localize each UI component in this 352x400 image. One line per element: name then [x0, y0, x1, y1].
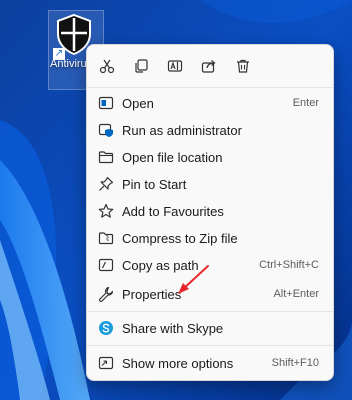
menu-item-shortcut: Shift+F10 [271, 357, 319, 369]
share-icon [201, 60, 216, 73]
menu-item-shortcut: Alt+Enter [273, 288, 319, 300]
menu-item-open[interactable]: Open Enter [91, 90, 329, 116]
open-icon [98, 96, 114, 110]
delete-icon [237, 59, 249, 73]
more-options-icon [98, 356, 114, 370]
menu-item-label: Open file location [122, 150, 223, 165]
delete-button[interactable] [231, 55, 255, 77]
menu-item-label: Add to Favourites [122, 204, 224, 219]
menu-item-label: Share with Skype [122, 321, 224, 336]
menu-item-pin-to-start[interactable]: Pin to Start [91, 171, 329, 197]
menu-item-add-to-favourites[interactable]: Add to Favourites [91, 198, 329, 224]
rename-icon [167, 60, 183, 72]
context-menu: Open Enter Run as administrator Open fil… [86, 44, 334, 381]
annotation-arrow-icon [178, 265, 209, 294]
rename-button[interactable] [163, 55, 187, 77]
folder-icon [98, 151, 114, 164]
menu-item-label: Pin to Start [122, 177, 187, 192]
menu-item-run-as-administrator[interactable]: Run as administrator [91, 117, 329, 143]
zip-icon [98, 232, 114, 245]
wrench-icon [99, 286, 114, 302]
menu-item-label: Run as administrator [122, 123, 242, 138]
context-menu-toolbar [87, 45, 333, 87]
cut-button[interactable] [95, 55, 119, 77]
menu-item-show-more-options[interactable]: Show more options Shift+F10 [91, 350, 329, 376]
cut-icon [99, 59, 115, 74]
menu-item-label: Compress to Zip file [122, 231, 238, 246]
menu-divider [87, 311, 333, 312]
copy-path-icon [98, 258, 114, 272]
admin-shield-icon [98, 123, 113, 137]
menu-item-shortcut: Ctrl+Shift+C [259, 259, 319, 271]
menu-item-compress-to-zip[interactable]: Compress to Zip file [91, 225, 329, 251]
skype-icon [99, 321, 113, 335]
menu-item-shortcut: Enter [292, 97, 319, 109]
star-icon [98, 203, 114, 218]
share-button[interactable] [197, 55, 221, 77]
copy-button[interactable] [129, 55, 153, 77]
menu-item-share-with-skype[interactable]: Share with Skype [91, 315, 329, 341]
menu-divider [87, 345, 333, 346]
menu-item-label: Open [122, 96, 154, 111]
copy-icon [135, 59, 148, 73]
toolbar-divider [87, 87, 333, 88]
menu-item-label: Properties [122, 287, 182, 302]
pin-icon [99, 176, 114, 191]
menu-item-open-file-location[interactable]: Open file location [91, 144, 329, 170]
menu-item-label: Show more options [122, 356, 234, 371]
